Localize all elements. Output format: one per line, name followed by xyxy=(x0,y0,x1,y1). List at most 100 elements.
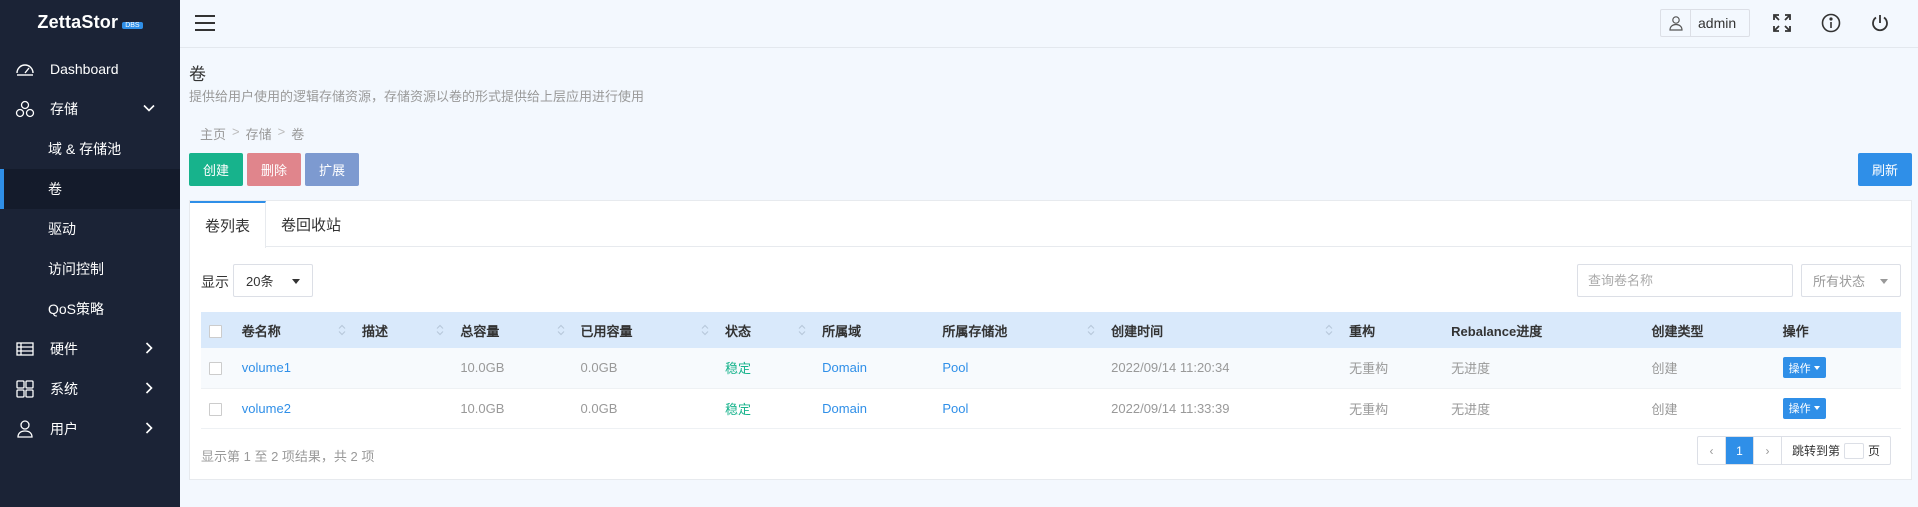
jump-page-input[interactable] xyxy=(1844,442,1865,459)
column-header-label: 所属存储池 xyxy=(942,323,1008,339)
table-row: volume1 10.0GB 0.0GB 稳定 Domain Pool 2022… xyxy=(201,348,1901,388)
row-actions-label: 操作 xyxy=(1788,403,1811,415)
hamburger-menu-icon[interactable] xyxy=(194,13,216,33)
column-header-label: 卷名称 xyxy=(241,323,281,339)
row-checkbox[interactable] xyxy=(209,362,222,376)
next-page-button[interactable]: › xyxy=(1754,437,1782,464)
column-header-label: 总容量 xyxy=(460,323,500,339)
column-header-create-type: 创建类型 xyxy=(1644,312,1775,348)
fullscreen-icon[interactable] xyxy=(1771,12,1793,34)
power-icon[interactable] xyxy=(1869,12,1891,34)
column-header-domain: 所属域 xyxy=(814,312,934,348)
pagination: ‹ 1 › 跳转到第 页 xyxy=(1697,436,1892,465)
sort-icon xyxy=(1087,324,1095,336)
sort-icon xyxy=(338,324,346,336)
volume-table: 卷名称 描述 总容量 已用容量 状态 所属域 所属存储池 创建时间 重构 Reb… xyxy=(201,312,1901,429)
sidebar-subitem-driver[interactable]: 驱动 xyxy=(0,209,180,249)
column-header-pool[interactable]: 所属存储池 xyxy=(934,312,1103,348)
create-button[interactable]: 创建 xyxy=(189,153,243,186)
column-header-created[interactable]: 创建时间 xyxy=(1103,312,1341,348)
domain-link[interactable]: Domain xyxy=(822,360,867,375)
expand-button[interactable]: 扩展 xyxy=(305,153,359,186)
total-capacity-cell: 10.0GB xyxy=(460,400,505,416)
page-description: 提供给用户使用的逻辑存储资源，存储资源以卷的形式提供给上层应用进行使用 xyxy=(189,89,645,104)
sidebar-item-hardware[interactable]: 硬件 xyxy=(0,329,180,369)
sidebar-subitem-label: 驱动 xyxy=(48,221,76,237)
sidebar-subitem-label: QoS策略 xyxy=(48,301,105,317)
breadcrumb-separator: > xyxy=(232,124,240,139)
user-avatar-icon xyxy=(1661,10,1691,36)
sort-icon xyxy=(557,324,564,336)
dashboard-icon xyxy=(14,58,36,80)
domain-link[interactable]: Domain xyxy=(822,401,867,416)
table-header-row: 卷名称 描述 总容量 已用容量 状态 所属域 所属存储池 创建时间 重构 Reb… xyxy=(201,312,1901,348)
row-select-cell xyxy=(201,388,234,428)
rebalance-cell: 无进度 xyxy=(1451,361,1491,377)
tab-volume-list[interactable]: 卷列表 xyxy=(190,201,267,248)
row-checkbox[interactable] xyxy=(209,402,222,416)
pool-link[interactable]: Pool xyxy=(942,360,968,375)
breadcrumb-home[interactable]: 主页 xyxy=(200,124,226,143)
refresh-button[interactable]: 刷新 xyxy=(1858,153,1912,186)
row-actions-button[interactable]: 操作 xyxy=(1782,357,1826,379)
sidebar-item-dashboard[interactable]: Dashboard xyxy=(0,49,180,89)
column-header-total[interactable]: 总容量 xyxy=(452,312,572,348)
column-header-description[interactable]: 描述 xyxy=(354,312,452,348)
rebuild-cell: 无重构 xyxy=(1349,401,1389,417)
caret-down-icon xyxy=(1880,279,1888,284)
column-header-name[interactable]: 卷名称 xyxy=(234,312,354,348)
caret-down-icon xyxy=(1813,365,1820,370)
breadcrumb-storage[interactable]: 存储 xyxy=(246,124,272,143)
chevron-right-icon xyxy=(145,382,153,394)
row-actions-button[interactable]: 操作 xyxy=(1782,397,1826,419)
volume-name-link[interactable]: volume2 xyxy=(242,401,291,416)
logo-text: ZettaStor xyxy=(37,11,119,32)
info-icon[interactable] xyxy=(1820,12,1842,34)
sidebar-item-user[interactable]: 用户 xyxy=(0,409,180,449)
system-icon xyxy=(14,378,36,400)
user-menu[interactable]: admin xyxy=(1660,9,1750,37)
column-header-label: 操作 xyxy=(1782,323,1809,339)
sidebar-item-storage[interactable]: 存储 xyxy=(0,89,180,129)
sidebar-subitem-qos[interactable]: QoS策略 xyxy=(0,289,180,329)
jump-to-page: 跳转到第 页 xyxy=(1782,437,1890,464)
prev-page-button[interactable]: ‹ xyxy=(1698,437,1726,464)
column-header-label: 创建时间 xyxy=(1111,323,1164,339)
page-size-select[interactable]: 20条 xyxy=(233,264,313,297)
page-button-current[interactable]: 1 xyxy=(1726,437,1754,464)
column-header-used[interactable]: 已用容量 xyxy=(573,312,718,348)
page-size-label: 显示 xyxy=(201,274,229,290)
delete-button[interactable]: 删除 xyxy=(247,153,301,186)
sort-icon xyxy=(436,324,444,336)
column-header-actions: 操作 xyxy=(1775,312,1901,348)
status-filter-select[interactable]: 所有状态 xyxy=(1801,264,1901,297)
used-capacity-cell: 0.0GB xyxy=(580,400,618,416)
volume-name-link[interactable]: volume1 xyxy=(242,360,291,375)
sidebar-subitem-domain-pool[interactable]: 域 & 存储池 xyxy=(0,129,180,169)
chevron-right-icon xyxy=(145,422,153,434)
column-header-label: 创建类型 xyxy=(1651,323,1704,339)
sidebar-item-system[interactable]: 系统 xyxy=(0,369,180,409)
chevron-down-icon xyxy=(143,104,155,112)
created-time-cell: 2022/09/14 11:20:34 xyxy=(1111,360,1230,376)
column-header-label: 重构 xyxy=(1349,323,1376,339)
sidebar-item-label: 存储 xyxy=(50,101,78,117)
pool-link[interactable]: Pool xyxy=(942,401,968,416)
tab-volume-recycle-bin[interactable]: 卷回收站 xyxy=(266,201,356,247)
app-logo[interactable]: ZettaStor DBS xyxy=(0,0,180,44)
column-header-status[interactable]: 状态 xyxy=(717,312,814,348)
sidebar-subitem-access-control[interactable]: 访问控制 xyxy=(0,249,180,289)
column-header-label: 状态 xyxy=(725,323,752,339)
table-row: volume2 10.0GB 0.0GB 稳定 Domain Pool 2022… xyxy=(201,388,1901,428)
breadcrumb: 主页 > 存储 > 卷 xyxy=(200,124,304,143)
sidebar-subitem-volume[interactable]: 卷 xyxy=(0,169,180,209)
column-header-label: 描述 xyxy=(361,323,388,339)
pagination-info: 显示第 1 至 2 项结果，共 2 项 xyxy=(201,449,375,464)
total-capacity-cell: 10.0GB xyxy=(460,360,505,376)
rebalance-cell: 无进度 xyxy=(1451,401,1491,417)
sort-icon xyxy=(798,324,806,336)
hardware-icon xyxy=(14,338,36,360)
storage-icon xyxy=(14,98,36,120)
select-all-checkbox[interactable] xyxy=(209,324,222,338)
search-volume-input[interactable] xyxy=(1577,264,1793,297)
